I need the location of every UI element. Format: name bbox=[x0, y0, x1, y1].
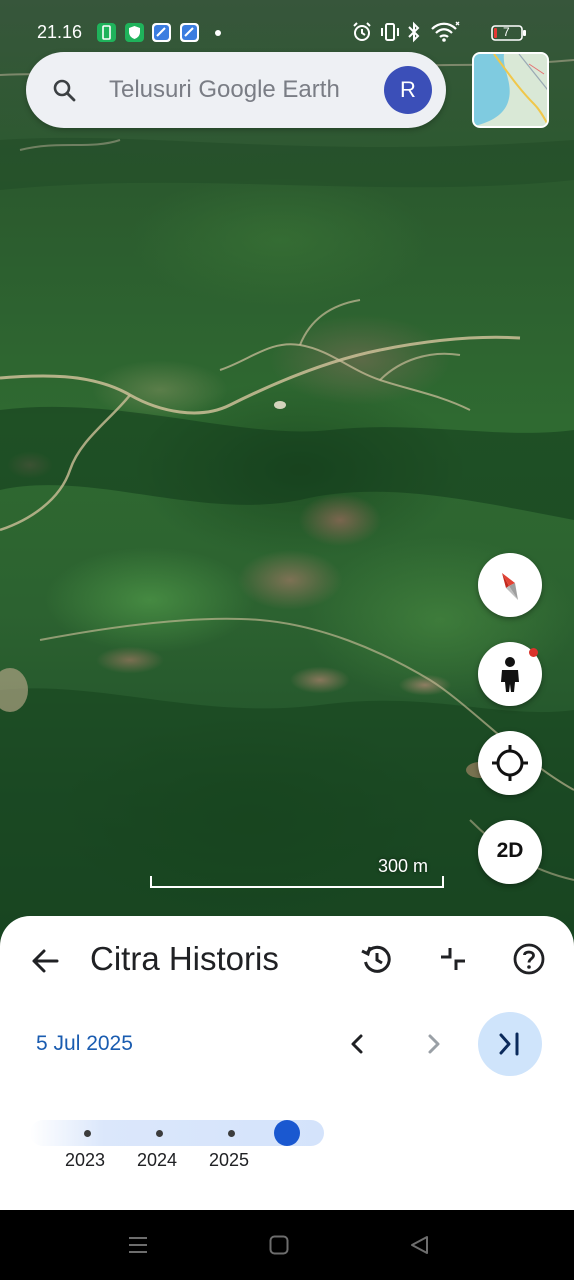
toggle-2d-button[interactable]: 2D bbox=[478, 820, 542, 884]
compass-button[interactable] bbox=[478, 553, 542, 617]
satellite-map[interactable] bbox=[0, 0, 574, 940]
timeline-tick bbox=[228, 1130, 235, 1137]
vpn-shield-icon bbox=[125, 23, 144, 42]
minimap-thumbnail[interactable] bbox=[472, 52, 549, 128]
vibrate-icon bbox=[381, 23, 399, 41]
timeline-handle[interactable] bbox=[274, 1120, 300, 1146]
toggle-2d-label: 2D bbox=[496, 839, 524, 862]
year-label: 2023 bbox=[65, 1150, 106, 1170]
battery-icon: 7 bbox=[491, 25, 527, 41]
panel-title: Citra Historis bbox=[90, 940, 279, 977]
chevron-left-icon[interactable] bbox=[343, 1030, 371, 1058]
battery-level: 7 bbox=[503, 25, 510, 39]
collapse-icon[interactable] bbox=[438, 942, 468, 976]
street-view-button[interactable] bbox=[478, 642, 542, 706]
search-icon bbox=[53, 79, 76, 102]
home-icon[interactable] bbox=[268, 1234, 290, 1256]
imagery-date: 5 Jul 2025 bbox=[36, 1032, 133, 1055]
help-icon[interactable] bbox=[512, 942, 546, 976]
alarm-icon bbox=[353, 22, 371, 41]
timeline-slider[interactable] bbox=[30, 1120, 324, 1146]
map-terrain bbox=[0, 59, 574, 940]
history-icon[interactable] bbox=[360, 942, 394, 976]
status-time: 21.16 bbox=[37, 22, 83, 42]
historical-imagery-panel: Citra Historis 5 Jul 2025 2023 2024 2025 bbox=[0, 916, 574, 1210]
scale-label: 300 m bbox=[378, 856, 429, 876]
year-label: 2025 bbox=[209, 1150, 250, 1170]
back-arrow-icon[interactable] bbox=[30, 946, 60, 976]
timeline-tick bbox=[84, 1130, 91, 1137]
more-notifications-dot bbox=[215, 30, 221, 36]
search-placeholder[interactable]: Telusuri Google Earth bbox=[109, 76, 340, 104]
menu-icon[interactable] bbox=[127, 1234, 149, 1256]
scale-bar bbox=[150, 876, 444, 888]
timeline-tick bbox=[156, 1130, 163, 1137]
battery-saver-icon bbox=[97, 23, 116, 42]
notification-dot bbox=[529, 648, 538, 657]
app-icon bbox=[180, 23, 199, 42]
search-bar[interactable]: Telusuri Google Earth R bbox=[26, 52, 446, 128]
avatar[interactable]: R bbox=[384, 66, 432, 114]
chevron-right-icon[interactable] bbox=[420, 1030, 448, 1058]
system-nav-bar bbox=[0, 1210, 574, 1280]
bluetooth-icon bbox=[408, 21, 420, 43]
latest-imagery-button[interactable] bbox=[478, 1012, 542, 1076]
compass-icon bbox=[502, 573, 518, 600]
year-label: 2024 bbox=[137, 1150, 178, 1170]
crosshair-icon bbox=[492, 745, 528, 781]
wifi-icon bbox=[431, 21, 460, 42]
app-icon bbox=[152, 23, 171, 42]
my-location-button[interactable] bbox=[478, 731, 542, 795]
skip-to-latest-icon bbox=[499, 1032, 519, 1056]
back-icon[interactable] bbox=[408, 1234, 430, 1256]
